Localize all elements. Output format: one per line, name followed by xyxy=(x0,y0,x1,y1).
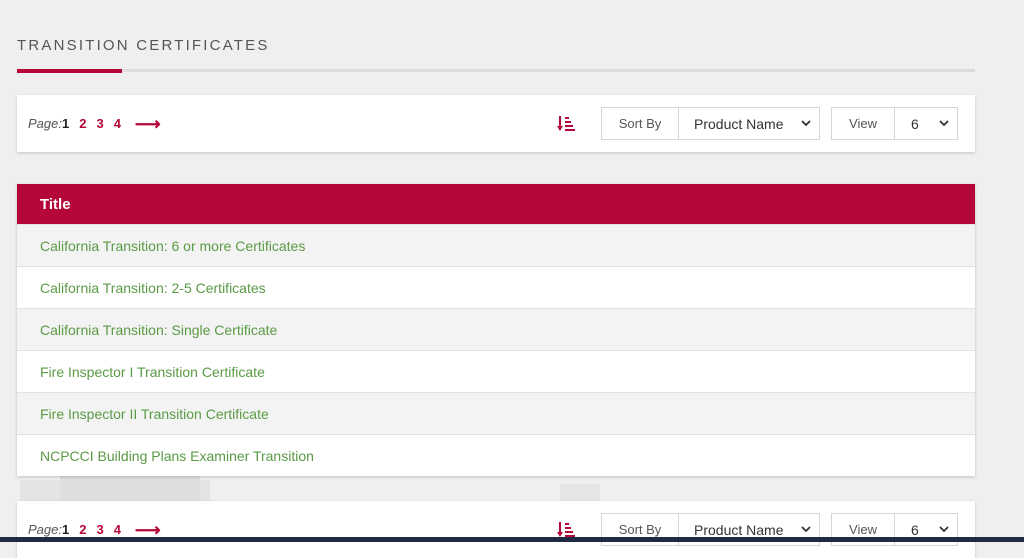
page-link-4[interactable]: 4 xyxy=(114,116,121,131)
table-body: California Transition: 6 or more Certifi… xyxy=(17,224,975,476)
arrow-right-icon[interactable]: ⟶ xyxy=(135,521,161,539)
sort-value: Product Name xyxy=(694,115,784,132)
sort-select: Sort By Product Name xyxy=(601,107,820,140)
product-link[interactable]: Fire Inspector I Transition Certificate xyxy=(40,364,265,380)
table-row: California Transition: 2-5 Certificates xyxy=(17,266,975,308)
product-link[interactable]: California Transition: 6 or more Certifi… xyxy=(40,238,305,254)
heading-accent-bar xyxy=(17,69,122,73)
chevron-down-icon xyxy=(801,120,811,127)
pagination: Page: 1 2 3 4 ⟶ xyxy=(28,95,161,152)
product-link[interactable]: California Transition: 2-5 Certificates xyxy=(40,280,266,296)
footer-bar xyxy=(0,537,1024,542)
product-link[interactable]: NCPCCI Building Plans Examiner Transitio… xyxy=(40,448,314,464)
table-row: California Transition: Single Certificat… xyxy=(17,308,975,350)
page-link-3[interactable]: 3 xyxy=(96,522,103,537)
product-link[interactable]: California Transition: Single Certificat… xyxy=(40,322,277,338)
page-current: 1 xyxy=(61,522,70,537)
toolbar-top: Page: 1 2 3 4 ⟶ Sort By Product Name Vie… xyxy=(17,95,975,152)
sort-dropdown[interactable]: Product Name xyxy=(679,108,819,139)
certificates-table: Title California Transition: 6 or more C… xyxy=(17,184,975,476)
sort-label: Sort By xyxy=(602,108,679,139)
table-row: NCPCCI Building Plans Examiner Transitio… xyxy=(17,434,975,476)
view-value: 6 xyxy=(911,521,919,538)
page-current: 1 xyxy=(61,116,70,131)
pagination: Page: 1 2 3 4 ⟶ xyxy=(28,501,161,558)
table-header-title: Title xyxy=(17,184,975,224)
page: TRANSITION CERTIFICATES Page: 1 2 3 4 ⟶ … xyxy=(0,0,1024,558)
page-link-4[interactable]: 4 xyxy=(114,522,121,537)
view-label: View xyxy=(832,108,895,139)
arrow-right-icon[interactable]: ⟶ xyxy=(135,115,161,133)
toolbar-bottom: Page: 1 2 3 4 ⟶ Sort By Product Name Vie… xyxy=(17,501,975,558)
sort-descending-icon[interactable] xyxy=(557,115,575,132)
page-link-2[interactable]: 2 xyxy=(79,522,86,537)
table-row: Fire Inspector I Transition Certificate xyxy=(17,350,975,392)
product-link[interactable]: Fire Inspector II Transition Certificate xyxy=(40,406,269,422)
view-value: 6 xyxy=(911,115,919,132)
page-link-3[interactable]: 3 xyxy=(96,116,103,131)
section-heading: TRANSITION CERTIFICATES xyxy=(17,37,270,54)
chevron-down-icon xyxy=(939,120,949,127)
sort-descending-icon[interactable] xyxy=(557,521,575,538)
page-label: Page: xyxy=(28,116,62,131)
page-link-2[interactable]: 2 xyxy=(79,116,86,131)
table-row: California Transition: 6 or more Certifi… xyxy=(17,224,975,266)
sort-value: Product Name xyxy=(694,521,784,538)
page-label: Page: xyxy=(28,522,62,537)
view-dropdown[interactable]: 6 xyxy=(895,108,957,139)
heading-divider xyxy=(17,69,975,72)
table-row: Fire Inspector II Transition Certificate xyxy=(17,392,975,434)
chevron-down-icon xyxy=(939,526,949,533)
chevron-down-icon xyxy=(801,526,811,533)
view-select: View 6 xyxy=(831,107,958,140)
